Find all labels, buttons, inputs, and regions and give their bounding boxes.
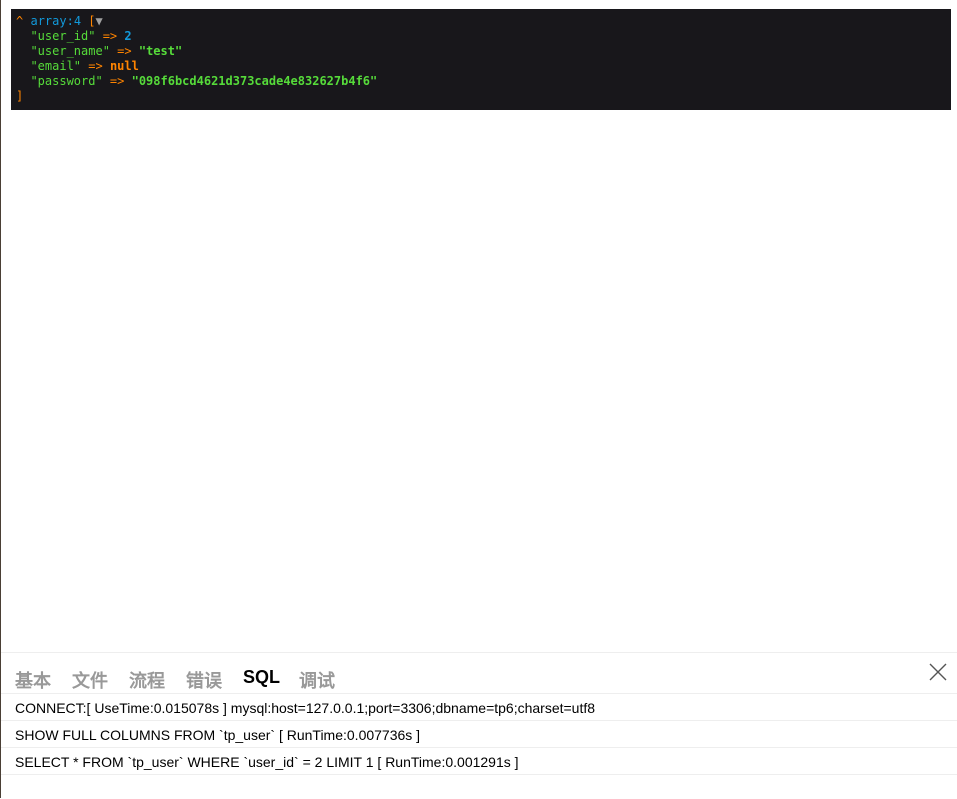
- dump-caret[interactable]: ^: [16, 14, 23, 28]
- dump-arrow: =>: [102, 74, 132, 88]
- dump-close-bracket: ]: [16, 89, 24, 103]
- var-dump: ^ array:4 [▼ "user_id" => 2 "user_name" …: [11, 9, 951, 110]
- sql-row: CONNECT:[ UseTime:0.015078s ] mysql:host…: [1, 694, 957, 721]
- dump-key: "password": [30, 74, 103, 88]
- dump-key: "user_id": [30, 29, 96, 43]
- dump-value: 2: [124, 29, 132, 43]
- tab-error[interactable]: 错误: [186, 667, 222, 693]
- tab-debug[interactable]: 调试: [299, 667, 335, 693]
- tab-basic[interactable]: 基本: [15, 667, 51, 693]
- sql-row: SELECT * FROM `tp_user` WHERE `user_id` …: [1, 748, 957, 775]
- tab-sql[interactable]: SQL: [243, 667, 280, 688]
- dump-type: array:4: [30, 14, 82, 28]
- dump-open-bracket: [: [88, 14, 96, 28]
- dump-value: null: [109, 59, 139, 73]
- close-icon[interactable]: [928, 662, 948, 682]
- dump-key: "email": [30, 59, 82, 73]
- dump-value: "098f6bcd4621d373cade4e832627b4f6": [131, 74, 378, 88]
- tab-flow[interactable]: 流程: [129, 667, 165, 693]
- toggle-icon[interactable]: ▼: [96, 14, 103, 28]
- trace-tabs: 基本 文件 流程 错误 SQL 调试: [1, 653, 957, 694]
- dump-key: "user_name": [30, 44, 110, 58]
- dump-arrow: =>: [95, 29, 125, 43]
- dump-arrow: =>: [109, 44, 139, 58]
- dump-value: "test": [138, 44, 183, 58]
- dump-arrow: =>: [81, 59, 110, 73]
- tab-file[interactable]: 文件: [72, 667, 108, 693]
- trace-panel: 基本 文件 流程 错误 SQL 调试 CONNECT:[ UseTime:0.0…: [1, 652, 957, 799]
- sql-row: SHOW FULL COLUMNS FROM `tp_user` [ RunTi…: [1, 721, 957, 748]
